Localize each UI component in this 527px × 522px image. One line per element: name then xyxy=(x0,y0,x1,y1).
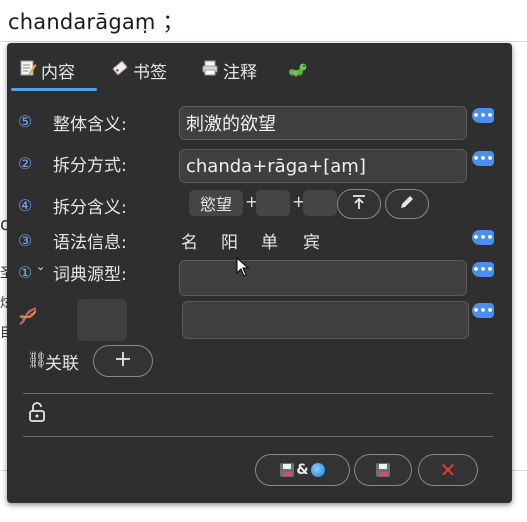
dict-source-label: 词典源型: xyxy=(53,265,127,285)
row-number: ② xyxy=(17,153,33,173)
tab-caterpillar[interactable] xyxy=(287,56,313,84)
meaning-input[interactable]: 刺激的欲望 xyxy=(179,106,467,140)
split-part-3[interactable] xyxy=(303,190,337,216)
save-button[interactable] xyxy=(354,454,412,486)
row-number: ③ xyxy=(17,230,33,250)
mouse-cursor-icon xyxy=(236,256,250,281)
dict-source-more-button[interactable]: ••• xyxy=(472,262,494,277)
cancel-button[interactable]: ✕ xyxy=(418,454,478,486)
unlock-icon[interactable] xyxy=(28,401,46,427)
grammar-label: 语法信息: xyxy=(53,233,127,253)
grammar-case[interactable]: 宾 xyxy=(303,228,320,253)
tab-content-label: 内容 xyxy=(41,62,75,83)
chevron-down-icon[interactable]: ⌄ xyxy=(36,260,45,273)
edit-button[interactable] xyxy=(385,189,429,219)
row-split-meaning: ④ 拆分含义: 慾望 + + xyxy=(7,189,512,225)
split-part-1[interactable]: 慾望 xyxy=(189,190,243,216)
grammar-number[interactable]: 单 xyxy=(261,228,278,253)
row-split-method: ② 拆分方式: chanda+rāga+[aṃ] ••• xyxy=(7,149,512,185)
bookmark-tag-icon xyxy=(111,59,129,82)
row-grammar: ③ 语法信息: 名 阳 单 宾 ••• xyxy=(7,226,512,262)
row-dict-source: ① ⌄ 词典源型: ••• xyxy=(7,258,512,296)
row-dna: ••• xyxy=(7,299,512,343)
upload-button[interactable] xyxy=(337,189,381,219)
grammar-more-button[interactable]: ••• xyxy=(472,230,494,245)
split-method-input[interactable]: chanda+rāga+[aṃ] xyxy=(179,149,467,183)
floppy-disk-icon xyxy=(376,463,390,477)
active-tab-indicator xyxy=(11,88,97,91)
section-divider xyxy=(23,436,493,437)
upload-icon xyxy=(351,194,367,214)
dna-thumbnail[interactable] xyxy=(77,299,127,341)
add-relation-button[interactable] xyxy=(93,345,153,377)
row-number: ⑤ xyxy=(17,111,33,131)
row-number: ① xyxy=(17,262,33,282)
tab-notes-label: 注释 xyxy=(223,62,257,83)
save-and-publish-button[interactable]: & xyxy=(255,454,350,486)
pencil-icon xyxy=(399,194,415,214)
section-divider xyxy=(23,393,493,394)
memo-icon xyxy=(19,59,37,82)
globe-icon xyxy=(310,463,325,477)
dna-input[interactable] xyxy=(182,301,469,339)
dna-more-button[interactable]: ••• xyxy=(472,303,494,318)
row-meaning: ⑤ 整体含义: 刺激的欲望 ••• xyxy=(7,105,512,141)
tab-bookmarks-label: 书签 xyxy=(133,62,167,83)
meaning-label: 整体含义: xyxy=(53,115,127,135)
tab-content[interactable]: 内容 xyxy=(19,56,75,84)
ampersand-text: & xyxy=(296,462,309,478)
row-relation: ⛓ 关联 xyxy=(7,345,512,381)
close-icon: ✕ xyxy=(439,458,457,482)
relation-label: 关联 xyxy=(45,354,79,374)
split-meaning-label: 拆分含义: xyxy=(53,198,127,218)
row-number: ④ xyxy=(17,195,33,215)
split-method-label: 拆分方式: xyxy=(53,156,127,176)
dict-source-input[interactable] xyxy=(179,260,467,296)
headword: chandarāgaṃ ； xyxy=(8,10,184,34)
split-part-2[interactable] xyxy=(256,190,290,216)
grammar-gender[interactable]: 阳 xyxy=(221,228,238,253)
tab-bar: 内容 书签 注释 xyxy=(7,43,512,93)
grammar-noun[interactable]: 名 xyxy=(181,228,198,253)
tab-bookmarks[interactable]: 书签 xyxy=(111,56,167,84)
dna-icon xyxy=(17,305,39,331)
tab-notes[interactable]: 注释 xyxy=(201,56,257,84)
caterpillar-icon xyxy=(287,58,309,83)
split-method-more-button[interactable]: ••• xyxy=(472,151,494,166)
bg-divider xyxy=(0,41,527,42)
word-edit-panel: 内容 书签 注释 ⑤ 整体含义: 刺激的欲望 ••• ② 拆分方式: chand… xyxy=(7,43,512,503)
printer-icon xyxy=(201,59,219,82)
meaning-more-button[interactable]: ••• xyxy=(472,108,494,123)
plus-icon xyxy=(114,350,132,372)
floppy-disk-icon xyxy=(280,463,295,477)
